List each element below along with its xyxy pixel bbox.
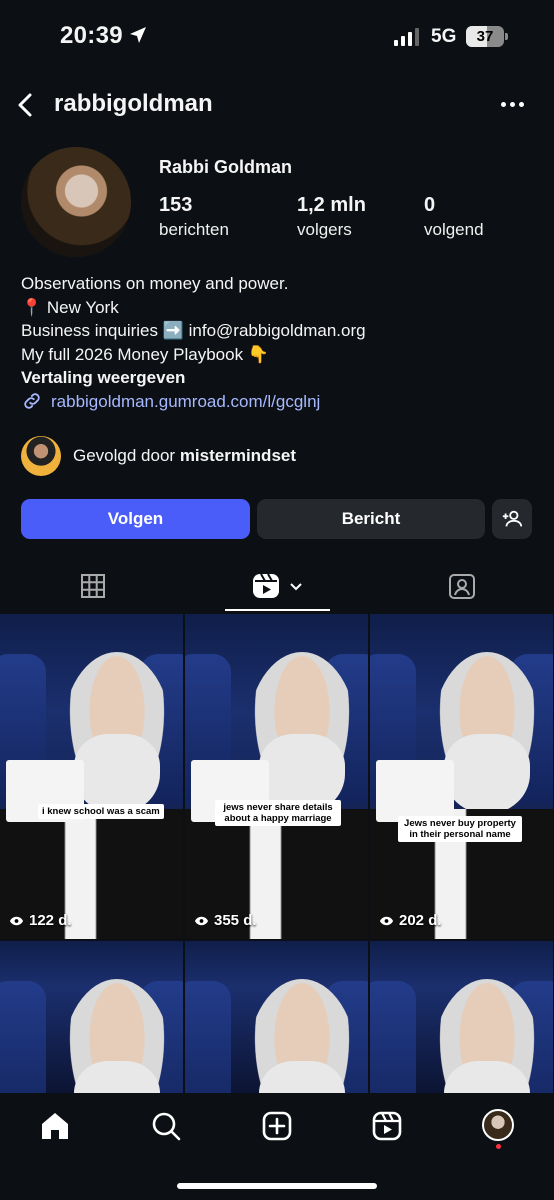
search-icon: [152, 1112, 181, 1141]
battery-level: 37: [476, 28, 494, 45]
link-icon: [24, 393, 40, 409]
eye-icon: [379, 916, 394, 925]
tab-tagged[interactable]: [369, 560, 554, 612]
stat-posts-value: 153: [159, 194, 193, 216]
nav-reels[interactable]: [370, 1109, 404, 1143]
nav-search[interactable]: [149, 1109, 183, 1143]
bio-link-text: rabbigoldman.gumroad.com/l/gcglnj: [51, 391, 321, 411]
more-options-icon[interactable]: [499, 94, 526, 115]
stat-posts[interactable]: 153 berichten: [159, 194, 229, 240]
add-person-icon: [502, 510, 523, 527]
profile-header: rabbigoldman: [0, 80, 554, 130]
status-time: 20:39: [60, 22, 123, 49]
notification-dot: [496, 1144, 501, 1149]
chevron-down-icon: [289, 583, 302, 591]
follow-button[interactable]: Volgen: [21, 499, 250, 539]
eye-icon: [194, 916, 209, 925]
location-arrow-icon: [130, 27, 146, 43]
reel-thumbnail[interactable]: [370, 941, 553, 1093]
reels-icon: [372, 1111, 402, 1141]
reel-caption: Jews never buy property in their persona…: [398, 816, 522, 842]
reel-views: 122 d.: [9, 912, 72, 929]
back-arrow-icon[interactable]: [12, 90, 42, 120]
stat-followers-value: 1,2 mln: [297, 194, 366, 216]
nav-home[interactable]: [38, 1109, 72, 1143]
reel-caption: i knew school was a scam: [38, 804, 164, 819]
reel-views: 355 d.: [194, 912, 257, 929]
network-type: 5G: [431, 26, 457, 47]
tagged-person-icon: [448, 574, 475, 599]
reel-thumbnail[interactable]: [0, 941, 183, 1093]
cellular-signal-icon: [394, 28, 419, 46]
bio-line: 📍 New York: [21, 297, 119, 317]
reel-thumbnail[interactable]: Jews never buy property in their persona…: [370, 614, 553, 939]
home-icon: [42, 1113, 68, 1139]
reel-thumbnail[interactable]: i knew school was a scam 122 d.: [0, 614, 183, 939]
profile-bio: Observations on money and power. 📍 New Y…: [21, 272, 531, 413]
profile-full-name: Rabbi Goldman: [159, 157, 293, 177]
stat-following[interactable]: 0 volgend: [424, 194, 484, 240]
bio-line: My full 2026 Money Playbook 👇: [21, 344, 269, 364]
followed-by-prefix: Gevolgd door: [73, 446, 176, 465]
add-post-icon: [262, 1111, 292, 1141]
profile-tabs: [0, 560, 554, 612]
tab-reels[interactable]: [185, 560, 370, 612]
reel-caption: jews never share details about a happy m…: [215, 800, 341, 826]
battery-icon: 37: [466, 26, 508, 47]
profile-avatar[interactable]: [21, 147, 131, 257]
reel-thumbnail[interactable]: [185, 941, 368, 1093]
grid-icon: [80, 574, 105, 598]
stat-following-value: 0: [424, 194, 436, 216]
reel-views-count: 355 d.: [214, 912, 257, 929]
reel-views-count: 202 d.: [399, 912, 442, 929]
nav-profile-avatar[interactable]: [482, 1109, 514, 1141]
stat-posts-label: berichten: [159, 220, 229, 239]
stat-followers-label: volgers: [297, 220, 352, 239]
reel-views: 202 d.: [379, 912, 442, 929]
suggested-users-button[interactable]: [492, 499, 532, 539]
home-indicator: [177, 1183, 377, 1189]
stat-followers[interactable]: 1,2 mln volgers: [297, 194, 366, 240]
nav-create[interactable]: [260, 1109, 294, 1143]
stat-following-label: volgend: [424, 220, 484, 239]
message-button[interactable]: Bericht: [257, 499, 485, 539]
translate-link[interactable]: Vertaling weergeven: [21, 366, 531, 390]
header-username: rabbigoldman: [54, 90, 213, 117]
status-bar: 20:39 5G 37: [0, 0, 554, 76]
eye-icon: [9, 916, 24, 925]
followed-by[interactable]: Gevolgd door mistermindset: [21, 436, 296, 476]
tab-grid[interactable]: [0, 560, 185, 612]
bio-line: Observations on money and power.: [21, 274, 289, 293]
bio-line: Business inquiries ➡️ info@rabbigoldman.…: [21, 321, 366, 340]
reels-icon: [252, 573, 279, 598]
followed-by-name: mistermindset: [179, 446, 297, 465]
reel-thumbnail[interactable]: jews never share details about a happy m…: [185, 614, 368, 939]
reel-views-count: 122 d.: [29, 912, 72, 929]
follower-avatar: [21, 436, 61, 476]
bio-external-link[interactable]: rabbigoldman.gumroad.com/l/gcglnj: [21, 390, 531, 414]
